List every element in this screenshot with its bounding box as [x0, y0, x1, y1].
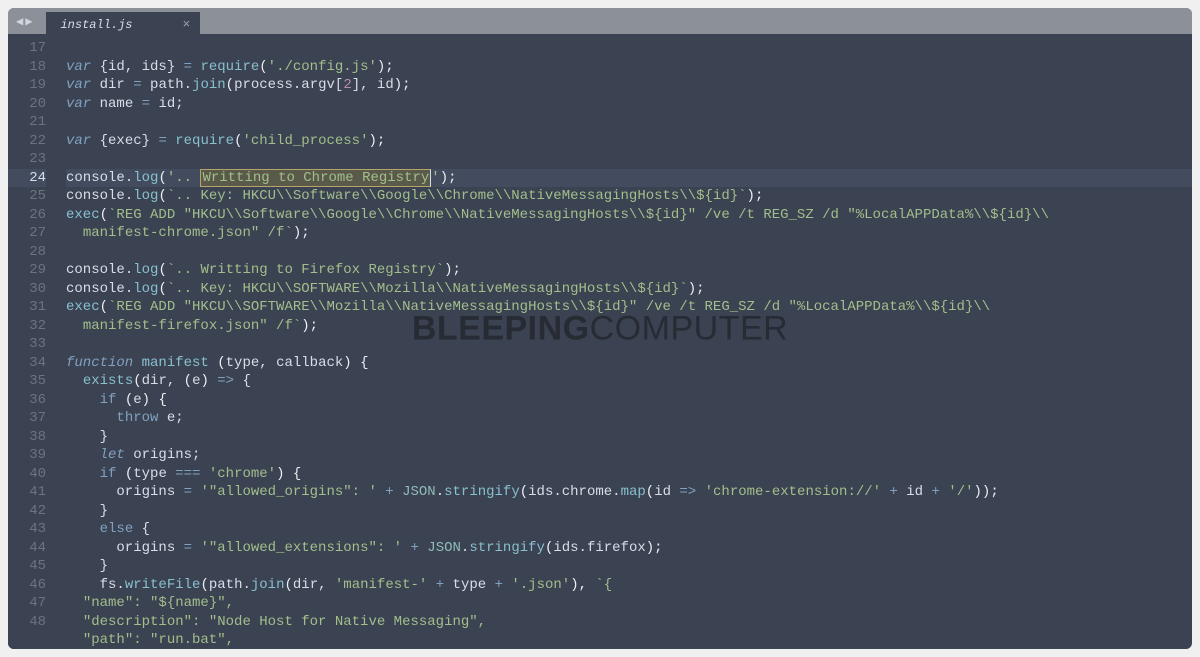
line-number: 28 [8, 243, 46, 262]
code-line[interactable] [66, 335, 1192, 354]
code-line[interactable]: console.log(`.. Writting to Firefox Regi… [66, 261, 1192, 280]
code-line[interactable]: var {exec} = require('child_process'); [66, 132, 1192, 151]
code-line[interactable]: fs.writeFile(path.join(dir, 'manifest-' … [66, 576, 1192, 595]
line-number: 19 [8, 76, 46, 95]
line-number: 36 [8, 391, 46, 410]
editor-window: ◀ ▶ install.js × 17181920212223242526272… [8, 8, 1192, 649]
line-number-gutter: 1718192021222324252627282930313233343536… [8, 34, 56, 649]
line-number: 26 [8, 206, 46, 225]
code-line[interactable]: "description": "Node Host for Native Mes… [66, 613, 1192, 632]
code-line[interactable]: var dir = path.join(process.argv[2], id)… [66, 76, 1192, 95]
code-line[interactable]: } [66, 557, 1192, 576]
nav-back-icon[interactable]: ◀ [16, 14, 23, 29]
code-line[interactable]: } [66, 428, 1192, 447]
editor-body: 1718192021222324252627282930313233343536… [8, 34, 1192, 649]
code-line[interactable]: console.log(`.. Key: HKCU\\Software\\Goo… [66, 187, 1192, 206]
line-number: 17 [8, 39, 46, 58]
line-number: 27 [8, 224, 46, 243]
code-line[interactable]: "name": "${name}", [66, 594, 1192, 613]
code-line[interactable] [66, 243, 1192, 262]
line-number: 31 [8, 298, 46, 317]
code-line[interactable]: origins = '"allowed_origins": ' + JSON.s… [66, 483, 1192, 502]
line-number: 35 [8, 372, 46, 391]
line-number: 44 [8, 539, 46, 558]
line-number: 37 [8, 409, 46, 428]
code-line[interactable]: origins = '"allowed_extensions": ' + JSO… [66, 539, 1192, 558]
nav-forward-icon[interactable]: ▶ [25, 14, 32, 29]
line-number: 42 [8, 502, 46, 521]
code-line[interactable]: var name = id; [66, 95, 1192, 114]
line-number: 48 [8, 613, 46, 632]
code-line[interactable]: } [66, 502, 1192, 521]
code-line[interactable] [66, 39, 1192, 58]
code-line[interactable]: if (type === 'chrome') { [66, 465, 1192, 484]
line-number: 45 [8, 557, 46, 576]
code-line[interactable]: else { [66, 520, 1192, 539]
line-number: 29 [8, 261, 46, 280]
code-line[interactable]: console.log(`.. Key: HKCU\\SOFTWARE\\Moz… [66, 280, 1192, 299]
line-number: 22 [8, 132, 46, 151]
code-line[interactable]: let origins; [66, 446, 1192, 465]
line-number: 40 [8, 465, 46, 484]
code-line[interactable]: console.log('.. Writting to Chrome Regis… [66, 169, 1192, 188]
line-number: 41 [8, 483, 46, 502]
tab-bar: ◀ ▶ install.js × [8, 8, 1192, 34]
code-line[interactable]: var {id, ids} = require('./config.js'); [66, 58, 1192, 77]
code-line[interactable] [66, 113, 1192, 132]
file-tab[interactable]: install.js × [46, 12, 200, 34]
line-number: 46 [8, 576, 46, 595]
code-line[interactable]: manifest-firefox.json" /f`); [66, 317, 1192, 336]
line-number: 21 [8, 113, 46, 132]
code-line[interactable]: exec(`REG ADD "HKCU\\SOFTWARE\\Mozilla\\… [66, 298, 1192, 317]
line-number: 20 [8, 95, 46, 114]
line-number: 32 [8, 317, 46, 336]
code-line[interactable] [66, 150, 1192, 169]
line-number: 39 [8, 446, 46, 465]
line-number: 34 [8, 354, 46, 373]
code-area[interactable]: var {id, ids} = require('./config.js');v… [56, 34, 1192, 649]
code-line[interactable]: function manifest (type, callback) { [66, 354, 1192, 373]
line-number: 38 [8, 428, 46, 447]
code-line[interactable]: "path": "run.bat", [66, 631, 1192, 649]
line-number: 24 [8, 169, 46, 188]
nav-arrows: ◀ ▶ [8, 8, 40, 34]
tab-close-icon[interactable]: × [182, 17, 190, 32]
line-number: 47 [8, 594, 46, 613]
line-number: 23 [8, 150, 46, 169]
code-line[interactable]: if (e) { [66, 391, 1192, 410]
line-number: 18 [8, 58, 46, 77]
line-number: 25 [8, 187, 46, 206]
code-line[interactable]: throw e; [66, 409, 1192, 428]
code-line[interactable]: exists(dir, (e) => { [66, 372, 1192, 391]
tab-filename: install.js [60, 18, 132, 32]
line-number: 33 [8, 335, 46, 354]
code-line[interactable]: manifest-chrome.json" /f`); [66, 224, 1192, 243]
line-number: 30 [8, 280, 46, 299]
line-number: 43 [8, 520, 46, 539]
code-line[interactable]: exec(`REG ADD "HKCU\\Software\\Google\\C… [66, 206, 1192, 225]
